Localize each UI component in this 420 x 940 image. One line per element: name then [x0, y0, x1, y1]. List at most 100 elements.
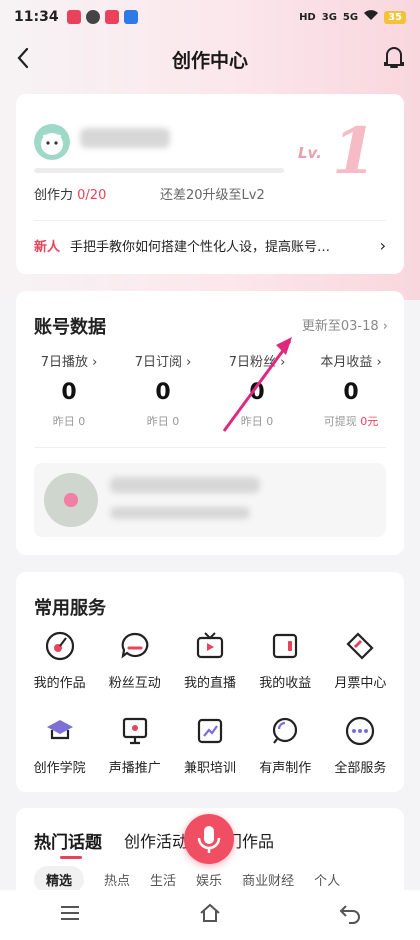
section-title-services: 常用服务 — [34, 598, 106, 619]
page-header: 创作中心 — [0, 36, 420, 82]
stat-sub: 昨日 0 — [116, 413, 210, 429]
active-tab-indicator — [60, 856, 82, 859]
home-icon[interactable] — [198, 901, 222, 929]
chevron-right-icon: › — [379, 236, 386, 255]
microphone-icon — [197, 826, 221, 853]
services-grid: 我的作品 粉丝互动 我的直播 我的收益 月票中心 创作学院 声播推广 兼职培训 — [22, 630, 398, 776]
page-title: 创作中心 — [171, 49, 248, 72]
power-value: 0/20 — [77, 188, 107, 203]
service-my-live[interactable]: 我的直播 — [172, 630, 247, 691]
stat-sub: 昨日 0 — [22, 413, 116, 429]
level-number: 1 — [332, 114, 377, 189]
service-label: 粉丝互动 — [108, 676, 161, 691]
stat-subscriptions[interactable]: 7日订阅 › 0 昨日 0 — [116, 351, 210, 429]
service-label: 全部服务 — [334, 761, 387, 776]
service-all[interactable]: 全部服务 — [323, 715, 398, 776]
training-icon — [197, 718, 223, 744]
power-label: 创作力 0/20 — [34, 184, 106, 203]
status-time: 11:34 — [14, 9, 59, 25]
stat-sub-text: 昨日 0 — [146, 415, 180, 428]
work-preview-card[interactable] — [34, 463, 386, 537]
update-date-link[interactable]: 更新至03-18 › — [302, 315, 388, 334]
service-label: 月票中心 — [334, 676, 387, 691]
stats-row: 7日播放 › 0 昨日 0 7日订阅 › 0 昨日 0 7日粉丝 › 0 昨日 … — [22, 351, 398, 429]
service-label: 有声制作 — [259, 761, 312, 776]
notification-app-icon — [123, 10, 138, 24]
signal-5g: 5G — [342, 11, 359, 23]
back-icon[interactable] — [10, 44, 38, 72]
tip-text: 手把手教你如何搭建个性化人设，提高账号… — [70, 240, 331, 255]
service-label: 声播推广 — [108, 761, 161, 776]
works-icon — [45, 631, 74, 661]
message-icon — [85, 10, 100, 24]
signal-3g: 3G — [321, 11, 337, 23]
ticket-icon — [346, 632, 374, 660]
service-my-income[interactable]: 我的收益 — [248, 630, 323, 691]
tab-creation-events[interactable]: 创作活动 — [124, 828, 188, 853]
stat-sub-text: 可提现 — [323, 415, 361, 428]
record-mic-button[interactable] — [184, 814, 234, 864]
level-prefix: Lv. — [298, 144, 322, 162]
more-icon — [346, 716, 375, 746]
stat-value: 0 — [343, 380, 359, 405]
tab-hot-topics[interactable]: 热门话题 — [34, 828, 102, 853]
topic-tabs: 热门话题 创作活动 热门作品 — [34, 828, 274, 859]
menu-icon[interactable] — [58, 901, 82, 929]
status-bar: 11:34 HD 3G 5G 35 — [0, 0, 420, 34]
stat-income[interactable]: 本月收益 › 0 可提现 0元 — [304, 351, 398, 429]
annotation-arrow-icon — [222, 337, 292, 432]
service-label: 我的作品 — [33, 676, 86, 691]
stat-sub-text: 昨日 0 — [52, 415, 86, 428]
service-label: 创作学院 — [33, 761, 86, 776]
service-fan-interaction[interactable]: 粉丝互动 — [97, 630, 172, 691]
service-academy[interactable]: 创作学院 — [22, 715, 97, 776]
work-cover-image — [44, 473, 98, 527]
chat-icon — [121, 632, 149, 659]
stat-value: 0 — [61, 380, 77, 405]
account-data-card: 账号数据 更新至03-18 › 7日播放 › 0 昨日 0 7日订阅 › 0 昨… — [16, 291, 404, 555]
newbie-tag: 新人 — [34, 240, 61, 255]
service-audio-production[interactable]: 有声制作 — [248, 715, 323, 776]
audio-make-icon — [273, 717, 298, 744]
academy-icon — [46, 720, 73, 740]
stat-label: 7日播放 › — [40, 355, 98, 370]
upgrade-hint: 还差20升级至Lv2 — [160, 188, 265, 203]
system-navigation-bar — [0, 890, 420, 940]
service-my-works[interactable]: 我的作品 — [22, 630, 97, 691]
notification-app-icon — [104, 10, 119, 24]
newbie-tip-row[interactable]: 新人 手把手教你如何搭建个性化人设，提高账号… › — [34, 236, 386, 255]
wallet-icon — [273, 633, 298, 659]
battery-indicator: 35 — [384, 10, 406, 24]
work-title-blurred — [110, 477, 260, 493]
work-meta-blurred — [110, 507, 250, 519]
service-label: 我的收益 — [259, 676, 312, 691]
service-label: 兼职培训 — [183, 761, 236, 776]
avatar[interactable] — [34, 124, 70, 160]
services-card: 常用服务 我的作品 粉丝互动 我的直播 我的收益 月票中心 创作学院 声播推广 — [16, 572, 404, 792]
section-title-account: 账号数据 — [34, 317, 106, 338]
power-label-text: 创作力 — [34, 188, 74, 203]
promote-icon — [122, 717, 147, 745]
service-promotion[interactable]: 声播推广 — [97, 715, 172, 776]
bell-icon[interactable] — [380, 42, 408, 72]
service-monthly-ticket[interactable]: 月票中心 — [323, 630, 398, 691]
service-training[interactable]: 兼职培训 — [172, 715, 247, 776]
profile-card: 创作力 0/20 还差20升级至Lv2 Lv. 1 新人 手把手教你如何搭建个性… — [16, 94, 404, 274]
stat-value: 0 — [155, 380, 171, 405]
chip-featured[interactable]: 精选 — [34, 866, 85, 893]
notification-app-icon — [66, 10, 81, 24]
back-nav-icon[interactable] — [338, 901, 362, 929]
divider — [34, 220, 386, 221]
username-blurred — [80, 128, 170, 148]
service-label: 我的直播 — [183, 676, 236, 691]
stat-sub-highlight: 0元 — [360, 415, 379, 428]
stat-sub: 可提现 0元 — [304, 413, 398, 429]
stat-label: 本月收益 › — [320, 355, 382, 370]
live-icon — [196, 632, 224, 659]
power-progress-bar — [34, 168, 284, 173]
stat-label: 7日订阅 › — [134, 355, 192, 370]
divider — [34, 447, 386, 448]
stat-plays[interactable]: 7日播放 › 0 昨日 0 — [22, 351, 116, 429]
wifi-icon — [364, 10, 379, 24]
hd-indicator: HD — [299, 11, 316, 23]
